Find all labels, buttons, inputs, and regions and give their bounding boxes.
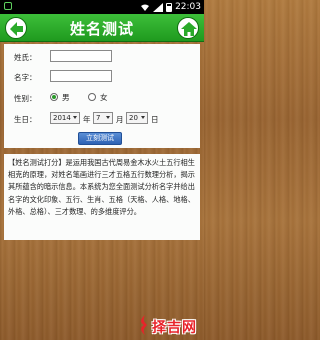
home-button[interactable] [177,17,199,39]
day-value: 20 [129,114,138,122]
logo-text: 择吉网 [152,320,197,336]
year-value: 2014 [53,114,71,122]
description-panel: 【姓名测试打分】是运用我国古代周易金木水火土五行相生相克的原理，对姓名笔画进行三… [4,154,200,240]
given-name-input[interactable] [50,70,112,82]
birthday-row: 生日： 2014 年 7 月 20 日 [4,111,200,127]
gender-male-radio[interactable] [50,93,58,101]
month-unit: 月 [116,115,124,124]
year-unit: 年 [83,115,91,124]
chevron-down-icon [73,116,77,119]
month-value: 7 [96,114,101,122]
surname-row: 姓氏： [4,49,200,65]
surname-label: 姓氏： [14,53,37,62]
name-test-form: 姓氏： 名字： 性别： 男 女 生日： 2014 年 7 月 20 日 立刻测试 [4,44,200,148]
site-logo: 择吉网 [138,311,204,337]
gender-label: 性别： [14,94,37,103]
chevron-down-icon [141,116,145,119]
app-header: 姓名测试 [0,14,204,42]
gender-female-label: 女 [100,93,108,102]
clock: 22:03 [175,2,201,12]
month-select[interactable]: 7 [93,112,113,124]
logo-mark-icon [141,315,147,335]
signal-icon [153,2,164,12]
gender-male-label: 男 [62,93,70,102]
surname-input[interactable] [50,50,112,62]
status-icons: 22:03 [140,1,201,13]
year-select[interactable]: 2014 [50,112,80,124]
day-select[interactable]: 20 [126,112,148,124]
chevron-down-icon [106,116,110,119]
wifi-icon [141,4,150,11]
given-name-label: 名字： [14,73,37,82]
battery-icon [166,2,173,12]
gender-row: 性别： 男 女 [4,90,200,106]
notification-icon [4,2,12,10]
given-name-row: 名字： [4,69,200,85]
day-unit: 日 [151,115,159,124]
page-title: 姓名测试 [69,20,134,38]
birthday-label: 生日： [14,115,37,124]
description-text: 【姓名测试打分】是运用我国古代周易金木水火土五行相生相克的原理，对姓名笔画进行三… [8,158,195,216]
gender-female-radio[interactable] [88,93,96,101]
submit-test-button[interactable]: 立刻测试 [78,132,122,145]
home-icon [181,22,197,36]
status-bar: 22:03 [0,0,204,14]
